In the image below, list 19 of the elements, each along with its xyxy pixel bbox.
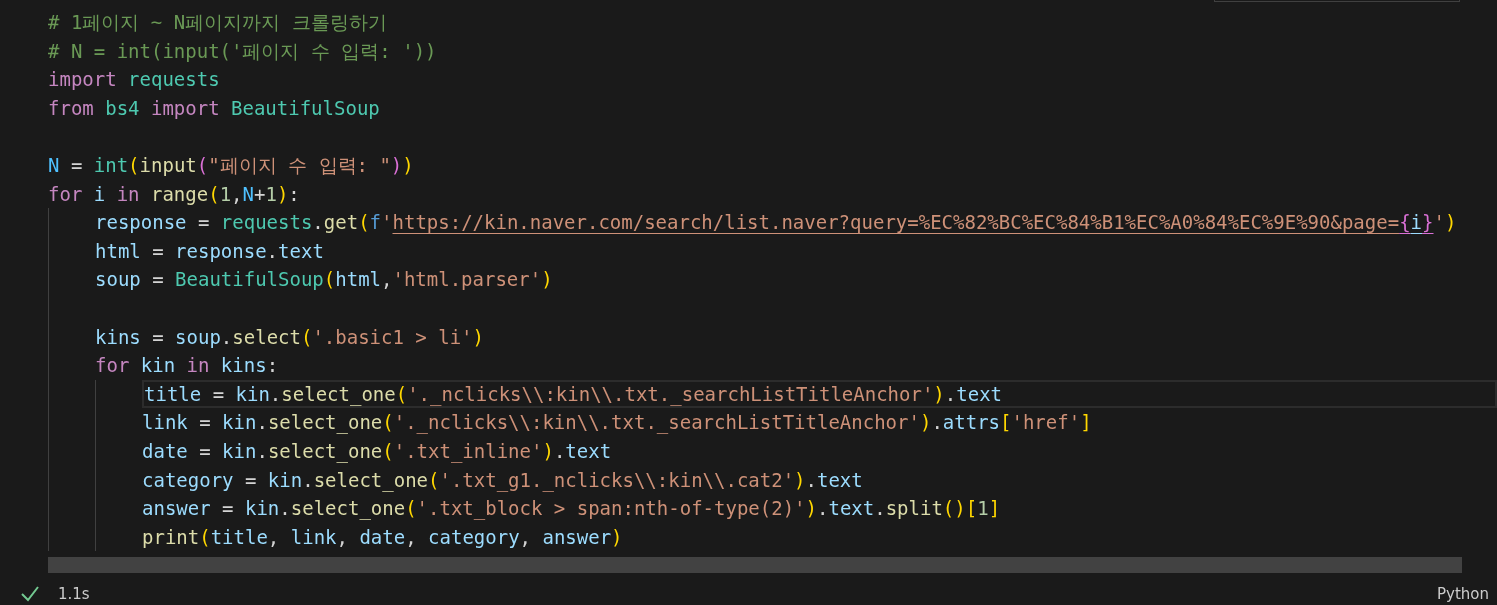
code-line: answer = kin.select_one('.txt_block > span:nth-of-type(2)').text.split()[1] <box>142 496 1002 522</box>
language-selector[interactable]: Python <box>1437 584 1489 603</box>
code-line: # 1페이지 ~ N페이지까지 크롤링하기 <box>48 10 388 35</box>
code-line: for kin in kins: <box>95 353 280 379</box>
code-line: print(title, link, date, category, answer) <box>142 524 624 550</box>
code-line: from bs4 import BeautifulSoup <box>48 95 381 121</box>
code-line: soup = BeautifulSoup(html,'html.parser') <box>95 267 554 293</box>
code-line: # N = int(input('페이지 수 입력: ')) <box>48 38 438 64</box>
code-line: link = kin.select_one('._nclicks\\:kin\\.txt._searchListTitleAnchor').attrs['href'] <box>142 410 1093 436</box>
code-line: import requests <box>48 67 221 93</box>
code-line: response = requests.get(f'https://kin.naver.com/search/list.naver?query=%EC%82%BC%EC%84%B1%EC%A0%84%EC%9E%90&page={i}') <box>95 210 1458 236</box>
code-line: N = int(input("페이지 수 입력: ")) <box>48 152 415 178</box>
code-line: kins = soup.select('.basic1 > li') <box>95 324 485 350</box>
code-line: for i in range(1,N+1): <box>48 181 301 207</box>
execution-time: 1.1s <box>58 584 90 603</box>
code-line: date = kin.select_one('.txt_inline').text <box>142 438 613 465</box>
code-line: html = response.text <box>95 238 325 264</box>
horizontal-scrollbar[interactable] <box>48 557 1462 574</box>
code-line: category = kin.select_one('.txt_g1._nclicks\\:kin\\.cat2').text <box>142 467 864 494</box>
